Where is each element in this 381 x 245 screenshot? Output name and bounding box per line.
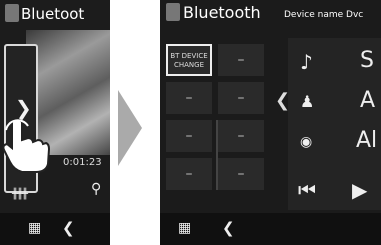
right-title: Bluetooth (166, 3, 261, 22)
panel-text-3: Al (356, 128, 378, 153)
device-name: Device name Dvc (284, 10, 364, 20)
person-icon: ♟ (300, 92, 315, 111)
grid-button[interactable]: – (218, 82, 264, 114)
play-time: 0:01:23 (63, 157, 102, 168)
left-title: Bluetoot (5, 4, 84, 23)
grid-divider (216, 120, 218, 190)
music-note-icon: ♪ (300, 50, 313, 74)
right-media-panel: ♪ S ♟ A ◉ Al ⏮ ▶ (288, 38, 381, 210)
panel-text-1: S (360, 48, 374, 73)
grid-button[interactable]: – (166, 120, 212, 152)
grid-button[interactable]: – (218, 120, 264, 152)
disc-icon: ◉ (300, 134, 313, 150)
play-icon[interactable]: ▶ (352, 178, 367, 202)
chevron-left-icon[interactable]: ❮ (222, 219, 235, 237)
grid-button[interactable]: – (166, 82, 212, 114)
right-bottom-bar: ▦ ❮ (160, 213, 381, 245)
panel-text-2: A (360, 88, 376, 113)
grid-button[interactable]: – (166, 158, 212, 190)
left-bottom-bar: ▦ ❮ (0, 213, 110, 245)
grid-menu-icon[interactable]: ▦ (28, 220, 41, 236)
equalizer-icon[interactable]: ╫╫╫ (12, 189, 28, 200)
search-icon[interactable]: ⚲ (91, 181, 101, 197)
chevron-left-icon[interactable]: ❮ (62, 219, 75, 237)
bluetooth-icon (5, 4, 19, 22)
grid-menu-icon[interactable]: ▦ (178, 220, 191, 236)
button-grid: BT DEVICE CHANGE – – – – – – – (166, 40, 274, 210)
bt-device-change-button[interactable]: BT DEVICE CHANGE (166, 44, 212, 76)
left-screen: Bluetoot ❯ 0:01:23 ⚲ ╫╫╫ ▦ ❮ (0, 0, 110, 245)
hand-pointer-icon (2, 118, 50, 173)
bluetooth-icon (166, 3, 180, 21)
transition-arrow (118, 90, 142, 166)
previous-track-icon[interactable]: ⏮ (298, 178, 316, 202)
right-screen: Bluetooth Device name Dvc BT DEVICE CHANG… (160, 0, 381, 245)
grid-button[interactable]: – (218, 158, 264, 190)
grid-button[interactable]: – (218, 44, 264, 76)
